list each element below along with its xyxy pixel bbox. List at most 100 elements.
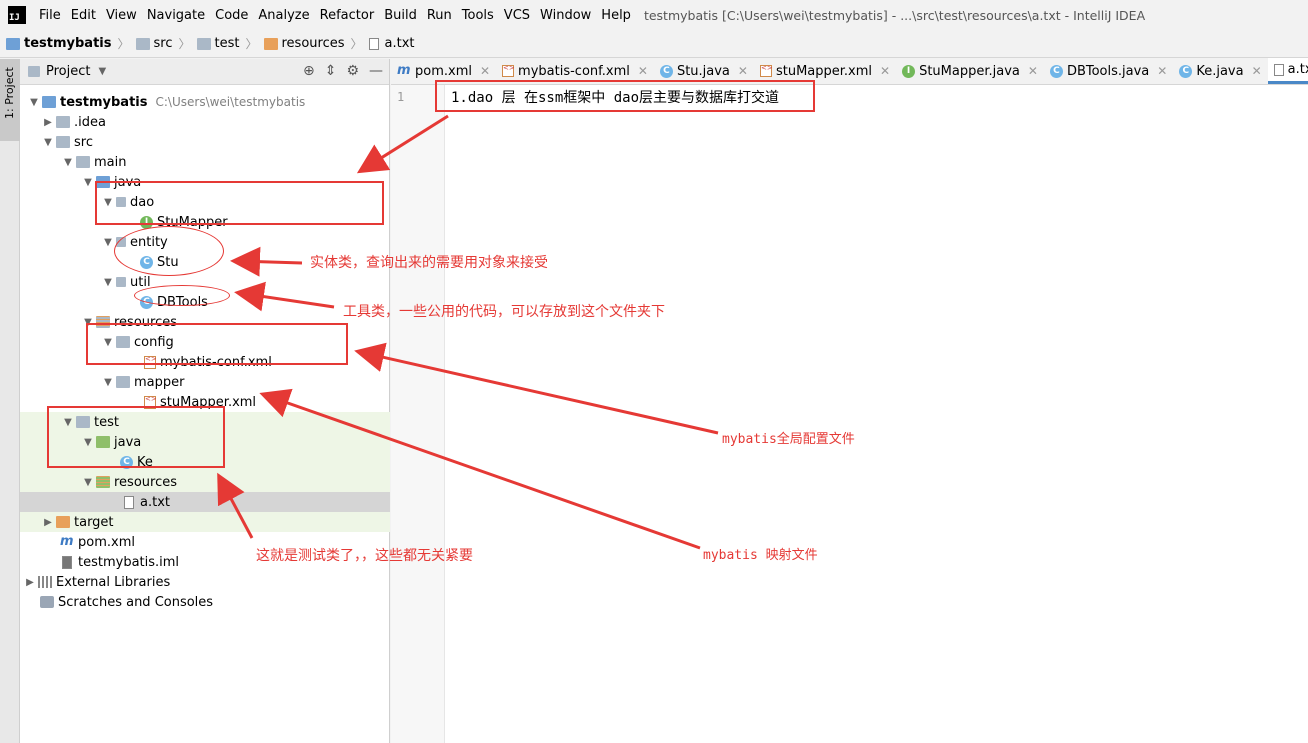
- gear-icon[interactable]: ⚙: [346, 63, 359, 79]
- package-icon: [116, 277, 126, 287]
- chevron-down-icon[interactable]: ▼: [80, 177, 96, 188]
- tree-item-scratches[interactable]: Scratches and Consoles: [20, 592, 390, 612]
- menu-file[interactable]: File: [34, 8, 66, 23]
- breadcrumb-item-project[interactable]: testmybatis 〉: [6, 35, 136, 52]
- chevron-right-icon: 〉: [178, 37, 191, 51]
- chevron-down-icon[interactable]: ▼: [98, 66, 106, 77]
- tab-ke-java[interactable]: C Ke.java ✕: [1173, 58, 1267, 84]
- tree-item-external-libraries[interactable]: ▶ External Libraries: [20, 572, 390, 592]
- annotation-note-util: 工具类，一些公用的代码，可以存放到这个文件夹下: [343, 304, 665, 320]
- line-number: 1: [397, 90, 405, 104]
- tab-dbtools-java[interactable]: C DBTools.java ✕: [1044, 58, 1173, 84]
- chevron-down-icon[interactable]: ▼: [26, 97, 42, 108]
- intellij-logo-icon: IJ: [8, 6, 26, 24]
- close-icon[interactable]: ✕: [1028, 64, 1038, 78]
- resources-folder-icon: [263, 37, 278, 50]
- tree-item-label: src: [74, 134, 93, 150]
- menu-help[interactable]: Help: [596, 8, 636, 23]
- line-number-gutter: 1: [391, 85, 445, 743]
- close-icon[interactable]: ✕: [880, 64, 890, 78]
- annotation-note-test: 这就是测试类了，，这些都无关紧要: [256, 548, 473, 564]
- chevron-down-icon[interactable]: ▼: [80, 477, 96, 488]
- menu-analyze[interactable]: Analyze: [253, 8, 314, 23]
- tree-item-a-txt[interactable]: a.txt: [20, 492, 390, 512]
- menu-window[interactable]: Window: [535, 8, 596, 23]
- folder-icon: [116, 376, 130, 388]
- tab-stumapper-java[interactable]: I StuMapper.java ✕: [896, 58, 1044, 84]
- tab-label: pom.xml: [415, 63, 472, 79]
- close-icon[interactable]: ✕: [1157, 64, 1167, 78]
- tree-item-test-resources[interactable]: ▼ resources: [20, 472, 390, 492]
- project-view-selector[interactable]: Project: [46, 64, 90, 79]
- breadcrumb-item-file[interactable]: a.txt: [368, 36, 415, 51]
- collapse-all-icon[interactable]: ⇕: [325, 63, 337, 79]
- chevron-down-icon[interactable]: ▼: [100, 237, 116, 248]
- chevron-down-icon[interactable]: ▼: [40, 137, 56, 148]
- xml-file-icon: [502, 64, 515, 77]
- tab-label: Stu.java: [676, 63, 730, 79]
- menu-run[interactable]: Run: [422, 8, 457, 23]
- menu-build[interactable]: Build: [379, 8, 422, 23]
- folder-icon: [76, 156, 90, 168]
- chevron-right-icon: 〉: [350, 37, 363, 51]
- annotation-note-config: mybatis全局配置文件: [722, 432, 855, 447]
- tree-item-label: mapper: [134, 374, 185, 390]
- close-icon[interactable]: ✕: [480, 64, 490, 78]
- maven-file-icon: m: [60, 534, 74, 549]
- chevron-right-icon[interactable]: ▶: [40, 117, 56, 128]
- chevron-right-icon[interactable]: ▶: [22, 577, 38, 588]
- interface-icon: I: [902, 64, 916, 78]
- class-icon: C: [1179, 64, 1193, 78]
- tree-item-idea[interactable]: ▶ .idea: [20, 112, 390, 132]
- tree-item-label: resources: [114, 474, 178, 490]
- project-panel: Project ▼ ⊕ ⇕ ⚙ — ▼ testmybatis C:\Users…: [20, 59, 390, 743]
- menu-bar: IJ File Edit View Navigate Code Analyze …: [0, 0, 1308, 30]
- xml-file-icon: [759, 64, 773, 77]
- module-folder-icon: [42, 96, 56, 108]
- annotation-box-content: [435, 80, 815, 112]
- annotation-box-config: [86, 323, 348, 365]
- menu-refactor[interactable]: Refactor: [315, 8, 380, 23]
- project-tool-tab-label: 1: Project: [3, 67, 16, 119]
- breadcrumb-item-src[interactable]: src 〉: [135, 35, 197, 52]
- locate-icon[interactable]: ⊕: [303, 63, 315, 79]
- minimize-icon[interactable]: —: [369, 63, 383, 79]
- chevron-down-icon[interactable]: ▼: [100, 277, 116, 288]
- menu-view[interactable]: View: [101, 8, 142, 23]
- class-icon: C: [659, 64, 673, 78]
- folder-icon: [135, 37, 150, 50]
- close-icon[interactable]: ✕: [1252, 64, 1262, 78]
- annotation-note-entity: 实体类，查询出来的需要用对象来接受: [310, 255, 548, 271]
- tree-item-project-root[interactable]: ▼ testmybatis C:\Users\wei\testmybatis: [20, 92, 390, 112]
- tree-item-label: testmybatis.iml: [78, 554, 180, 570]
- editor-area: m pom.xml ✕ mybatis-conf.xml ✕ C Stu.jav…: [391, 58, 1308, 743]
- close-icon[interactable]: ✕: [638, 64, 648, 78]
- menu-code[interactable]: Code: [210, 8, 253, 23]
- tree-item-target[interactable]: ▶ target: [20, 512, 390, 532]
- close-icon[interactable]: ✕: [738, 64, 748, 78]
- tree-item-main[interactable]: ▼ main: [20, 152, 390, 172]
- text-file-icon: [1273, 63, 1284, 76]
- breadcrumb-label: a.txt: [384, 36, 415, 51]
- tab-label: a.txt: [1287, 62, 1308, 77]
- breadcrumb-item-resources[interactable]: resources 〉: [263, 35, 369, 52]
- chevron-down-icon[interactable]: ▼: [60, 157, 76, 168]
- tab-label: mybatis-conf.xml: [518, 63, 630, 79]
- tab-a-txt[interactable]: a.txt ✕: [1267, 58, 1308, 84]
- menu-edit[interactable]: Edit: [66, 8, 101, 23]
- chevron-down-icon[interactable]: ▼: [100, 377, 116, 388]
- annotation-note-mapper: mybatis 映射文件: [703, 548, 818, 563]
- menu-tools[interactable]: Tools: [457, 8, 499, 23]
- libraries-icon: [38, 576, 52, 588]
- project-tool-tab[interactable]: 1: Project: [0, 59, 20, 141]
- menu-vcs[interactable]: VCS: [499, 8, 535, 23]
- class-icon: C: [1049, 64, 1063, 78]
- test-resources-folder-icon: [96, 476, 110, 488]
- tree-item-src[interactable]: ▼ src: [20, 132, 390, 152]
- tab-label: DBTools.java: [1066, 63, 1150, 79]
- breadcrumb-label: test: [214, 36, 240, 51]
- tree-item-mapper[interactable]: ▼ mapper: [20, 372, 390, 392]
- menu-navigate[interactable]: Navigate: [142, 8, 210, 23]
- chevron-right-icon[interactable]: ▶: [40, 517, 56, 528]
- breadcrumb-item-test[interactable]: test 〉: [196, 35, 264, 52]
